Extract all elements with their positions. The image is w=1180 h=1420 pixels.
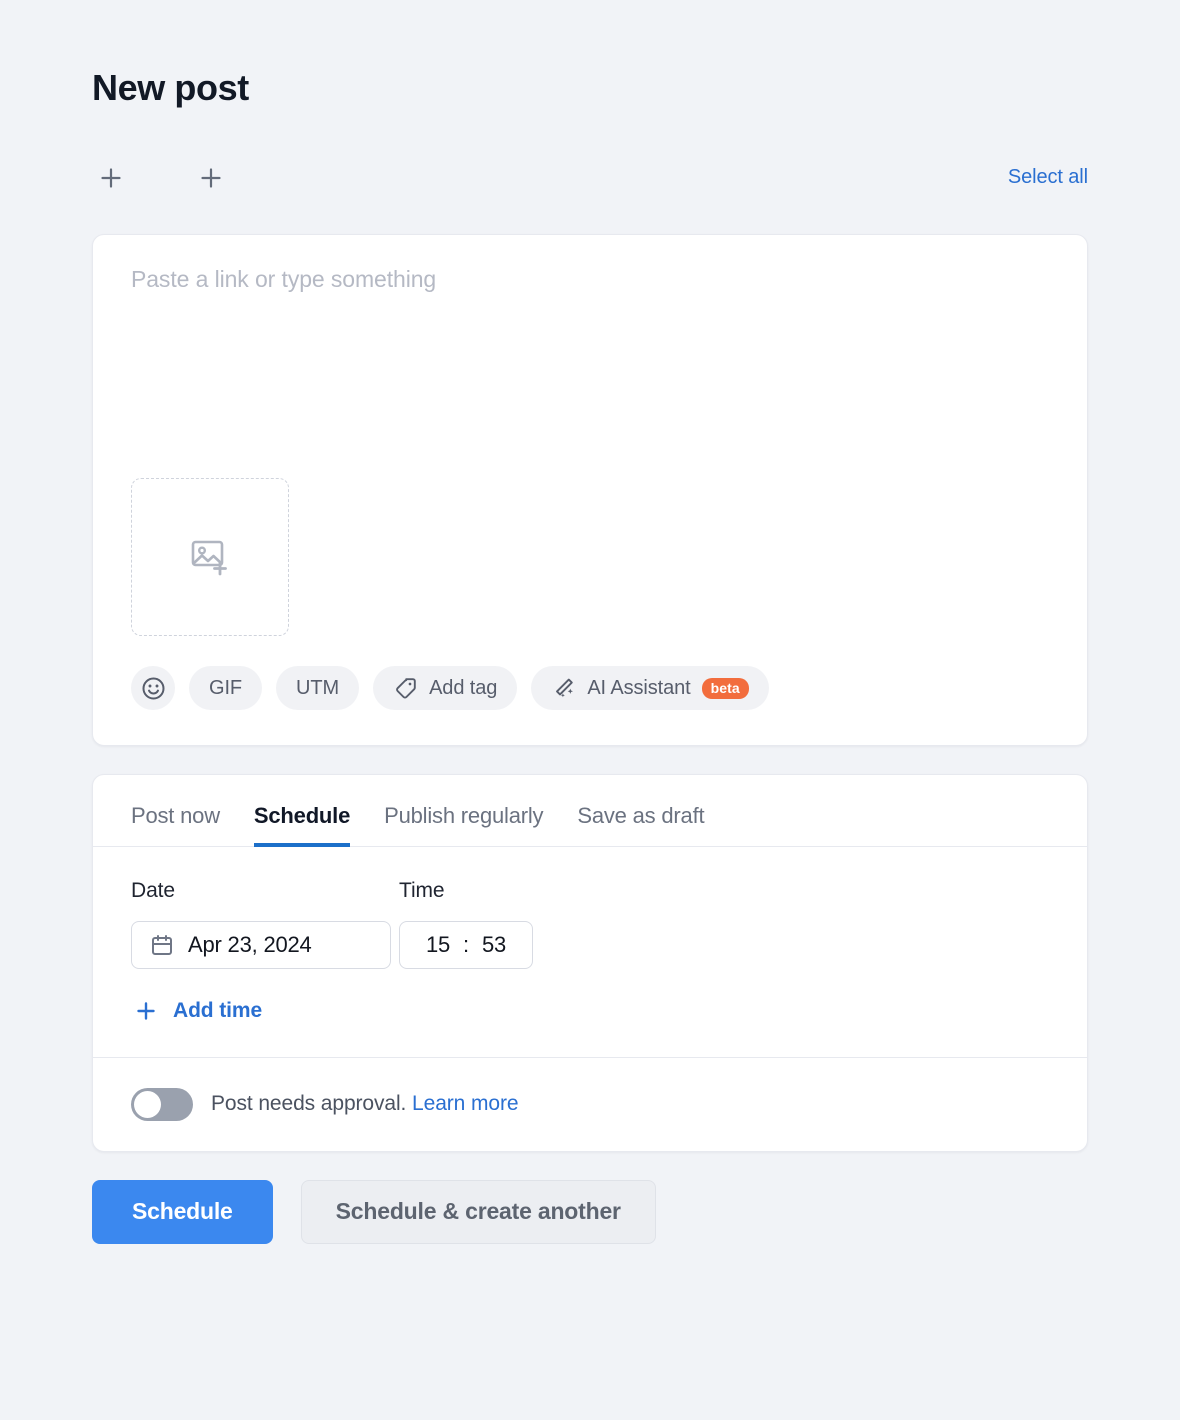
page-title: New post: [92, 67, 249, 108]
ai-assistant-label: AI Assistant: [587, 676, 691, 699]
utm-label: UTM: [296, 676, 340, 699]
approval-toggle[interactable]: [131, 1087, 193, 1121]
ai-assistant-button[interactable]: AI Assistant beta: [531, 666, 769, 711]
plus-icon: [101, 167, 121, 188]
date-time-fields: Apr 23, 2024 15 : 53: [131, 920, 1049, 969]
field-labels-row: Date Time: [131, 879, 1049, 903]
learn-more-link[interactable]: Learn more: [412, 1092, 518, 1115]
schedule-button[interactable]: Schedule: [92, 1179, 273, 1244]
post-composer-card: Paste a link or type something GIF UTM A…: [92, 233, 1088, 746]
time-hours[interactable]: 15: [426, 932, 450, 958]
schedule-create-another-button[interactable]: Schedule & create another: [300, 1179, 656, 1244]
add-tag-label: Add tag: [429, 676, 498, 699]
select-all-link[interactable]: Select all: [1008, 166, 1088, 189]
toggle-knob: [134, 1090, 161, 1118]
footer-actions: Schedule Schedule & create another: [92, 1179, 1088, 1244]
tab-publish-regularly[interactable]: Publish regularly: [384, 803, 543, 847]
tab-save-as-draft[interactable]: Save as draft: [577, 803, 704, 847]
plus-icon: [137, 1001, 155, 1020]
utm-button[interactable]: UTM: [276, 666, 360, 711]
schedule-card: Post now Schedule Publish regularly Save…: [92, 773, 1088, 1152]
time-minutes[interactable]: 53: [482, 932, 506, 958]
time-label: Time: [399, 878, 445, 902]
tab-post-now[interactable]: Post now: [131, 803, 220, 847]
tag-icon: [396, 678, 416, 699]
post-text-input[interactable]: Paste a link or type something: [131, 265, 1049, 295]
gif-button[interactable]: GIF: [189, 666, 263, 711]
tab-schedule[interactable]: Schedule: [253, 803, 350, 847]
approval-label: Post needs approval.: [211, 1092, 407, 1116]
add-time-label: Add time: [173, 998, 263, 1022]
add-account-button-1[interactable]: [92, 159, 130, 197]
schedule-body: Date Time Apr 23, 2024 15 : 53 Add time: [93, 847, 1087, 1057]
date-value: Apr 23, 2024: [188, 931, 312, 957]
schedule-tabs: Post now Schedule Publish regularly Save…: [93, 775, 1087, 847]
plus-icon: [201, 167, 221, 188]
add-tag-button[interactable]: Add tag: [373, 666, 518, 711]
approval-text: Post needs approval. Learn more: [211, 1092, 519, 1116]
time-separator: :: [463, 931, 469, 957]
beta-badge: beta: [701, 677, 749, 699]
date-input[interactable]: Apr 23, 2024: [131, 920, 391, 969]
time-input[interactable]: 15 : 53: [399, 920, 533, 969]
gif-label: GIF: [209, 676, 243, 699]
composer-toolbar: GIF UTM Add tag AI Assistant beta: [131, 666, 1049, 711]
add-time-button[interactable]: Add time: [131, 999, 1049, 1023]
account-selector-row: Select all: [92, 150, 1088, 206]
emoji-button[interactable]: [131, 666, 175, 711]
media-upload-dropzone[interactable]: [131, 478, 289, 637]
new-post-page: New post Select all Paste a link or type…: [0, 0, 1180, 1420]
add-account-button-2[interactable]: [192, 159, 230, 197]
calendar-icon: [152, 934, 172, 955]
account-add-buttons: [92, 159, 230, 197]
smiley-icon: [142, 677, 164, 700]
approval-row: Post needs approval. Learn more: [93, 1056, 1087, 1151]
image-add-icon: [191, 541, 227, 576]
date-label: Date: [131, 878, 175, 902]
magic-wand-icon: [556, 678, 574, 698]
